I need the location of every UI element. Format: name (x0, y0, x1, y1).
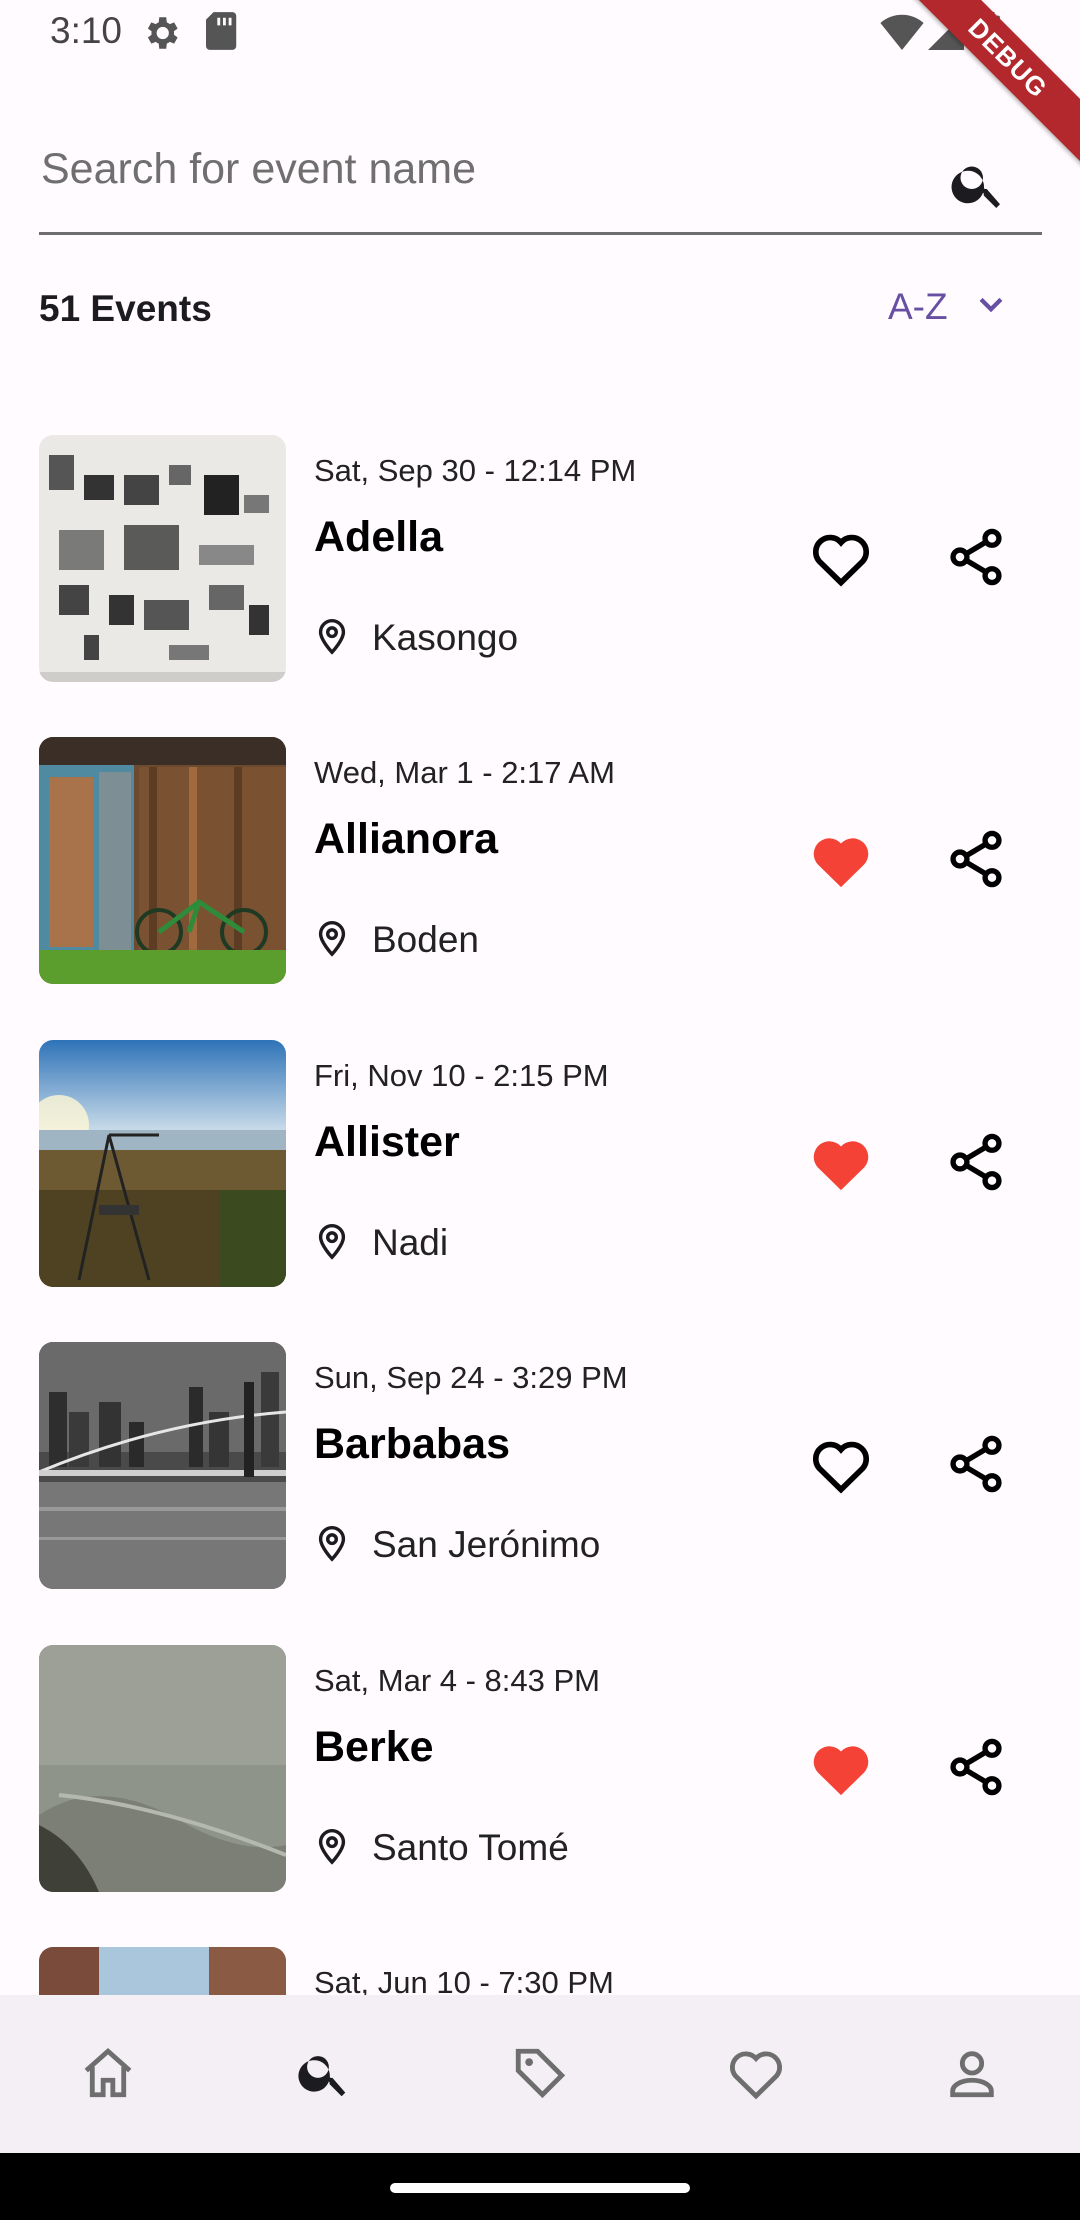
event-location: Nadi (314, 1220, 448, 1265)
event-location-text: Boden (372, 918, 479, 960)
status-time: 3:10 (50, 10, 123, 51)
favorite-outline-icon[interactable] (810, 1436, 872, 1494)
share-icon[interactable] (944, 1130, 1008, 1194)
event-location: Boden (314, 917, 479, 962)
event-location-text: Nadi (372, 1221, 449, 1263)
event-image (39, 1947, 286, 1995)
chevron-down-icon (974, 288, 1008, 327)
location-pin-icon (314, 1825, 350, 1870)
location-pin-icon (314, 1220, 350, 1265)
event-card[interactable]: Sat, Jun 10 - 7:30 PM (0, 1947, 1080, 1995)
favorite-outline-icon[interactable] (810, 529, 872, 587)
home-gesture-handle[interactable] (390, 2183, 690, 2193)
event-date: Fri, Nov 10 - 2:15 PM (314, 1058, 609, 1093)
event-card[interactable]: Wed, Mar 1 - 2:17 AM Allianora Boden (0, 737, 1080, 984)
favorite-filled-icon[interactable] (810, 1134, 872, 1192)
favorite-filled-icon[interactable] (810, 1739, 872, 1797)
share-icon[interactable] (944, 525, 1008, 589)
event-location: Santo Tomé (314, 1825, 569, 1870)
event-date: Wed, Mar 1 - 2:17 AM (314, 755, 615, 790)
settings-icon (140, 12, 182, 59)
profile-icon[interactable] (932, 2033, 1012, 2113)
event-image (39, 1040, 286, 1287)
event-date: Sat, Jun 10 - 7:30 PM (314, 1965, 614, 1995)
tag-icon[interactable] (500, 2033, 580, 2113)
search-bar (39, 120, 1042, 235)
sd-card-icon (206, 12, 240, 55)
event-image (39, 435, 286, 682)
favorite-filled-icon[interactable] (810, 831, 872, 889)
wifi-icon (880, 14, 924, 55)
event-location: Kasongo (314, 615, 518, 660)
event-name: Adella (314, 513, 444, 561)
sort-label: A-Z (888, 286, 948, 327)
location-pin-icon (314, 917, 350, 962)
event-location: San Jerónimo (314, 1522, 600, 1567)
bottom-navigation (0, 1995, 1080, 2153)
event-card[interactable]: Sat, Mar 4 - 8:43 PM Berke Santo Tomé (0, 1645, 1080, 1892)
gesture-navigation-bar (0, 2153, 1080, 2220)
event-card[interactable]: Fri, Nov 10 - 2:15 PM Allister Nadi (0, 1040, 1080, 1287)
share-icon[interactable] (944, 1432, 1008, 1496)
event-card[interactable]: Sat, Sep 30 - 12:14 PM Adella Kasongo (0, 435, 1080, 682)
location-pin-icon (314, 615, 350, 660)
events-count: 51 Events (39, 288, 212, 329)
event-name: Berke (314, 1723, 434, 1771)
sort-dropdown[interactable]: A-Z (888, 286, 1008, 328)
heart-icon[interactable] (716, 2033, 796, 2113)
status-bar: 3:10 DEBUG (0, 0, 1080, 180)
event-date: Sun, Sep 24 - 3:29 PM (314, 1360, 628, 1395)
share-icon[interactable] (944, 827, 1008, 891)
event-name: Allianora (314, 815, 498, 863)
home-icon[interactable] (68, 2033, 148, 2113)
event-list[interactable]: Sat, Sep 30 - 12:14 PM Adella Kasongo We… (0, 435, 1080, 1995)
event-location-text: Santo Tomé (372, 1826, 569, 1868)
event-location-text: Kasongo (372, 616, 519, 658)
event-image (39, 1342, 286, 1589)
event-date: Sat, Mar 4 - 8:43 PM (314, 1663, 600, 1698)
event-card[interactable]: Sun, Sep 24 - 3:29 PM Barbabas San Jerón… (0, 1342, 1080, 1589)
event-name: Allister (314, 1118, 460, 1166)
event-name: Barbabas (314, 1420, 510, 1468)
search-input[interactable] (39, 138, 923, 200)
event-date: Sat, Sep 30 - 12:14 PM (314, 453, 637, 488)
event-location-text: San Jerónimo (372, 1523, 601, 1565)
location-pin-icon (314, 1522, 350, 1567)
search-icon[interactable] (284, 2033, 364, 2113)
share-icon[interactable] (944, 1735, 1008, 1799)
event-image (39, 737, 286, 984)
event-image (39, 1645, 286, 1892)
search-icon[interactable] (948, 154, 1008, 214)
